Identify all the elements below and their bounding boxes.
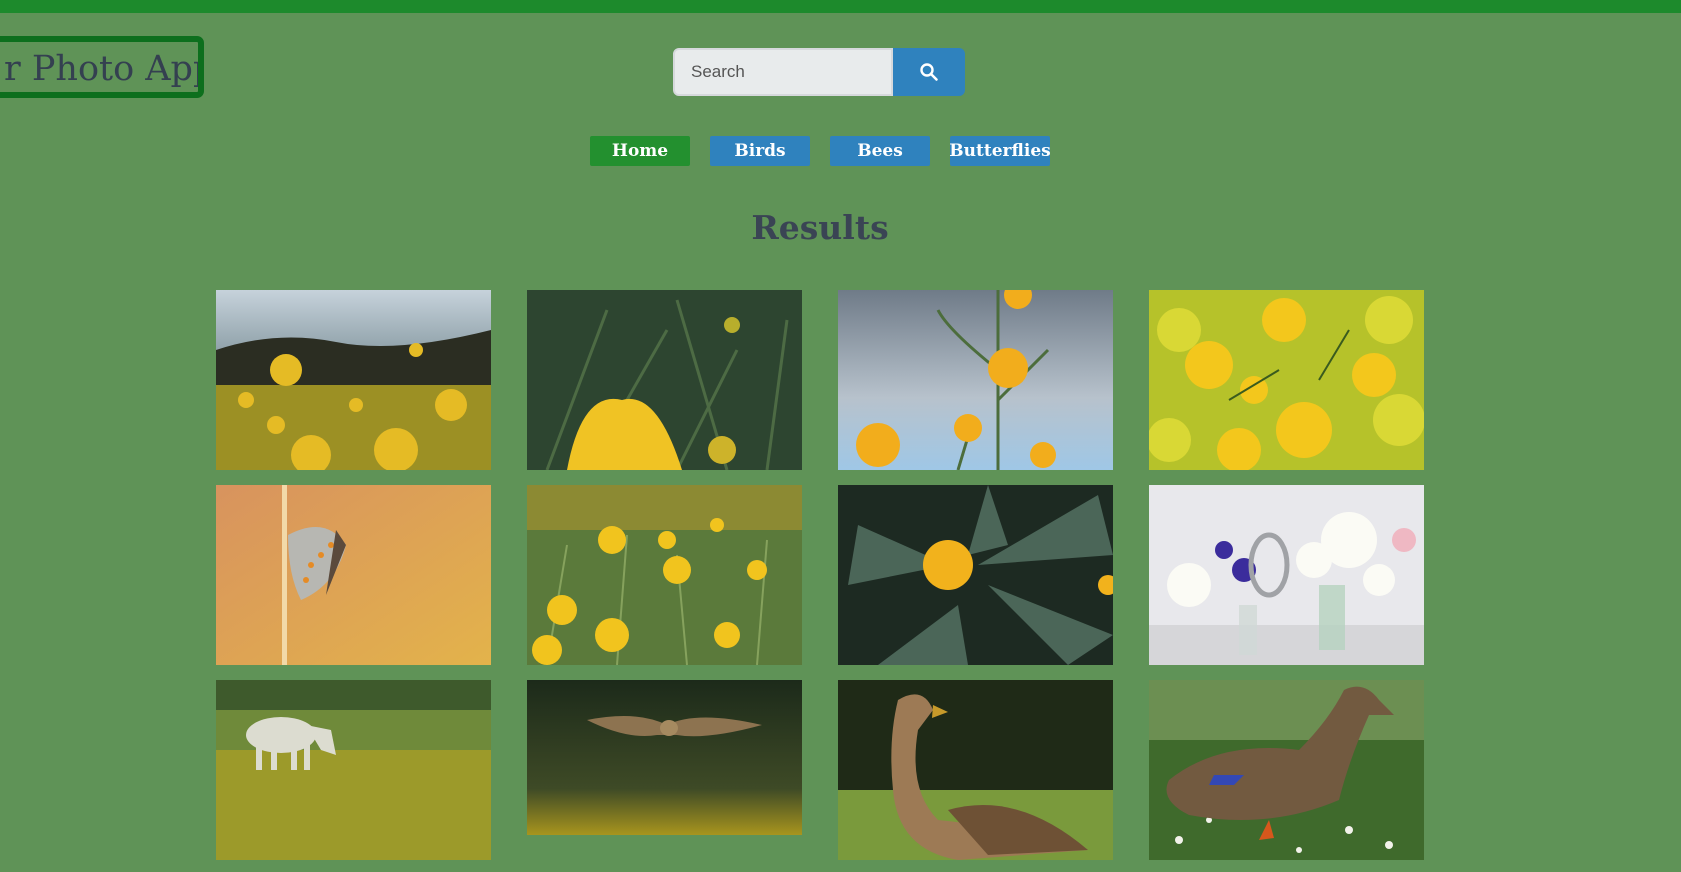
photo-image (527, 485, 802, 665)
results-heading: Results (751, 208, 889, 247)
photo-buttercup-meadow[interactable] (216, 290, 491, 470)
photo-image (216, 680, 491, 860)
photo-duck-on-grass[interactable] (1149, 680, 1424, 860)
app-logo[interactable]: r Photo App (0, 36, 204, 98)
search-icon (920, 63, 938, 81)
photo-image (1149, 290, 1424, 470)
photo-yellow-flowers-closeup[interactable] (1149, 290, 1424, 470)
photo-image (838, 290, 1113, 470)
photo-buttercup-sky[interactable] (838, 290, 1113, 470)
search-input[interactable] (673, 48, 893, 96)
photo-yellow-flower-leaves[interactable] (838, 485, 1113, 665)
photo-owl-flying[interactable] (527, 680, 802, 835)
photo-image (1149, 680, 1424, 860)
photo-buttercup-field[interactable] (527, 485, 802, 665)
search-bar (673, 48, 965, 96)
photo-duck-standing[interactable] (838, 680, 1113, 860)
photo-buttercup-grass[interactable] (527, 290, 802, 470)
photo-image (527, 680, 802, 835)
photo-image (838, 680, 1113, 860)
photo-image (216, 485, 491, 665)
photo-butterfly-orange[interactable] (216, 485, 491, 665)
search-button[interactable] (893, 48, 965, 96)
nav-bees-button[interactable]: Bees (830, 136, 930, 166)
nav-butterflies-button[interactable]: Butterflies (949, 136, 1051, 166)
photo-image (527, 290, 802, 470)
photo-image (838, 485, 1113, 665)
top-strip (0, 0, 1681, 13)
app-title: r Photo App (4, 49, 198, 89)
photo-white-horse-grazing[interactable] (216, 680, 491, 860)
photo-white-flower-bouquet[interactable] (1149, 485, 1424, 665)
category-nav: Home Birds Bees Butterflies (590, 136, 1070, 166)
photo-image (216, 290, 491, 470)
photo-image (1149, 485, 1424, 665)
nav-home-button[interactable]: Home (590, 136, 690, 166)
nav-birds-button[interactable]: Birds (710, 136, 810, 166)
